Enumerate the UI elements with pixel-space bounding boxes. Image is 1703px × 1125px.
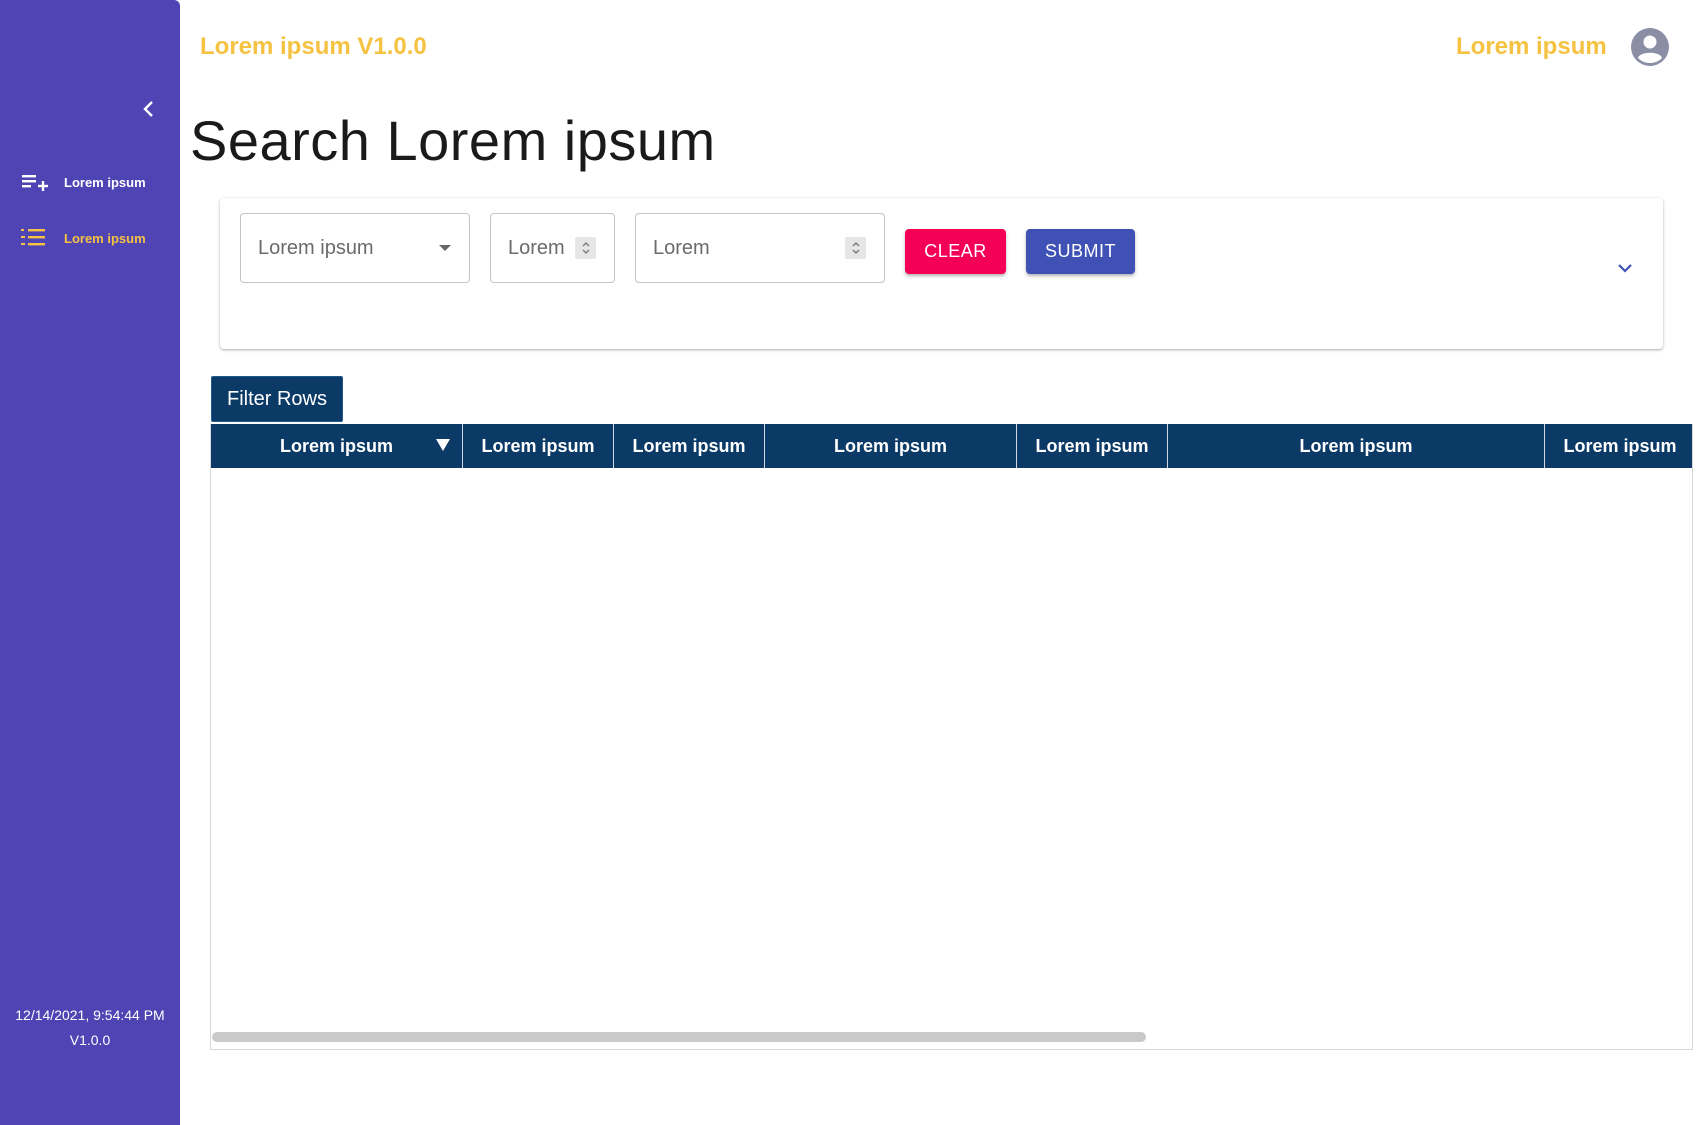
version-label: V1.0.0: [69, 1032, 111, 1048]
clear-button[interactable]: CLEAR: [905, 229, 1006, 274]
user-name[interactable]: Lorem ipsum: [1456, 33, 1607, 61]
number-input-2-value: Lorem: [653, 236, 710, 259]
stepper-icon[interactable]: [575, 237, 596, 259]
sidebar-item-label: Lorem ipsum: [64, 174, 146, 190]
caret-down-icon: [439, 245, 451, 251]
number-input-1[interactable]: Lorem: [490, 213, 615, 283]
column-header[interactable]: Lorem ipsum: [1545, 424, 1692, 468]
page-title: Search Lorem ipsum: [190, 109, 716, 172]
sidebar-item-add-list[interactable]: Lorem ipsum: [0, 162, 180, 202]
account-button[interactable]: [1630, 27, 1670, 67]
account-circle-icon: [1631, 28, 1669, 66]
column-label: Lorem ipsum: [279, 435, 394, 456]
column-header[interactable]: Lorem ipsum: [1017, 424, 1168, 468]
format-list-numbered-icon: [21, 229, 45, 246]
column-label: Lorem ipsum: [1563, 435, 1677, 456]
sidebar-footer: 12/14/2021, 9:54:44 PM V1.0.0: [0, 1003, 180, 1053]
data-grid: Lorem ipsum Lorem ipsum Lorem ipsum Lore…: [210, 424, 1693, 1050]
search-panel: Lorem ipsum Lorem Lorem CLEAR SUBMIT: [220, 198, 1663, 349]
sidebar-item-label: Lorem ipsum: [64, 230, 146, 246]
column-label: Lorem ipsum: [833, 435, 948, 456]
expand-panel-button[interactable]: [1613, 256, 1637, 280]
column-header[interactable]: Lorem ipsum: [614, 424, 765, 468]
stepper-icon[interactable]: [845, 237, 866, 259]
number-input-2[interactable]: Lorem: [635, 213, 885, 283]
sidebar: Lorem ipsum Lorem ipsum 12/14/2021, 9:54…: [0, 0, 180, 1125]
column-header[interactable]: Lorem ipsum: [463, 424, 614, 468]
column-header[interactable]: Lorem ipsum: [211, 424, 463, 468]
column-label: Lorem ipsum: [1035, 435, 1149, 456]
column-label: Lorem ipsum: [632, 435, 746, 456]
column-header[interactable]: Lorem ipsum: [1168, 424, 1545, 468]
sidebar-collapse-button[interactable]: [138, 98, 160, 120]
horizontal-scrollbar[interactable]: [212, 1032, 1146, 1042]
chevron-left-icon: [143, 101, 153, 117]
column-label: Lorem ipsum: [1299, 435, 1413, 456]
column-label: Lorem ipsum: [481, 435, 595, 456]
playlist-add-icon: [22, 175, 48, 191]
select-value: Lorem ipsum: [258, 236, 374, 259]
number-input-1-value: Lorem: [508, 236, 565, 259]
chevron-down-icon: [1618, 264, 1632, 273]
submit-button[interactable]: SUBMIT: [1026, 229, 1135, 274]
lorem-select[interactable]: Lorem ipsum: [240, 213, 470, 283]
sort-desc-icon[interactable]: [436, 439, 450, 451]
timestamp: 12/14/2021, 9:54:44 PM: [15, 1007, 165, 1023]
grid-header: Lorem ipsum Lorem ipsum Lorem ipsum Lore…: [211, 424, 1692, 468]
sidebar-item-list[interactable]: Lorem ipsum: [0, 218, 180, 258]
filter-rows-button[interactable]: Filter Rows: [211, 376, 343, 422]
app-title: Lorem ipsum V1.0.0: [200, 33, 427, 60]
column-header[interactable]: Lorem ipsum: [765, 424, 1017, 468]
